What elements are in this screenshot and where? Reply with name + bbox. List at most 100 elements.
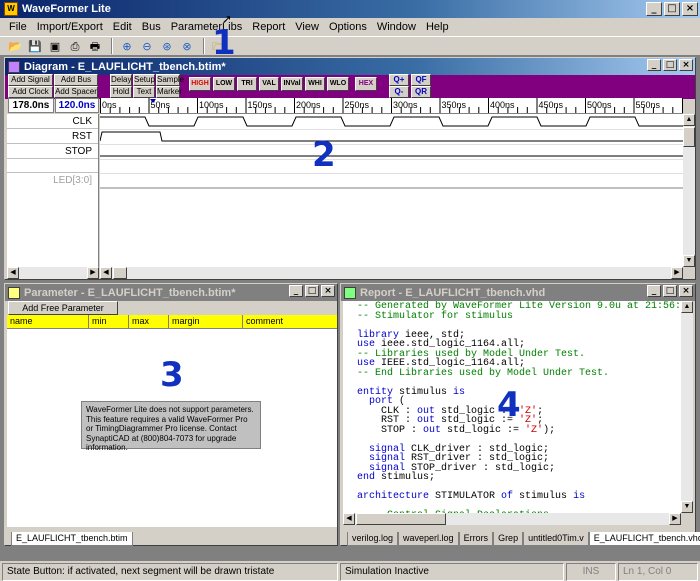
- state-whi-button[interactable]: WHI: [305, 77, 325, 91]
- tab-grep[interactable]: Grep: [493, 532, 524, 546]
- save-all-icon[interactable]: ▣: [46, 38, 64, 55]
- zoom-fit-icon[interactable]: ⊛: [158, 38, 176, 55]
- signal-name-rst[interactable]: RST: [7, 129, 98, 144]
- menu-options[interactable]: Options: [324, 21, 372, 33]
- names-horizontal-scrollbar[interactable]: ◀ ▶: [7, 267, 99, 279]
- scroll-up-icon[interactable]: ▲: [681, 301, 693, 313]
- menu-file[interactable]: File: [4, 21, 32, 33]
- scroll-left-icon[interactable]: ◀: [343, 513, 355, 525]
- setup-button[interactable]: Setup: [133, 74, 155, 86]
- zoom-full-button[interactable]: QF: [411, 74, 431, 86]
- signal-name-stop[interactable]: STOP: [7, 144, 98, 159]
- diagram-vertical-scrollbar[interactable]: ▲ ▼: [683, 114, 695, 267]
- scroll-left-icon[interactable]: ◀: [7, 267, 19, 279]
- column-header-comment[interactable]: comment: [243, 315, 337, 328]
- scroll-thumb[interactable]: [113, 267, 127, 279]
- report-close-button[interactable]: ×: [679, 285, 693, 297]
- parameter-close-button[interactable]: ×: [321, 285, 335, 297]
- code-line: -- Stimulator for stimulus: [357, 310, 514, 322]
- delay-button[interactable]: Delay: [110, 74, 132, 86]
- scroll-left-icon[interactable]: ◀: [100, 267, 112, 279]
- add-signal-button[interactable]: Add Signal: [8, 74, 53, 86]
- state-tri-button[interactable]: TRI: [237, 77, 257, 91]
- text-button[interactable]: Text: [133, 86, 155, 98]
- zoom-range-button[interactable]: QR: [411, 86, 431, 98]
- scroll-right-icon[interactable]: ▶: [669, 513, 681, 525]
- hold-button[interactable]: Hold: [110, 86, 132, 98]
- state-high-button[interactable]: HIGH: [189, 77, 211, 91]
- delta-time-readout: 120.0ns: [55, 98, 99, 113]
- marker-button[interactable]: Marker: [156, 86, 182, 98]
- signal-name-spacer[interactable]: [7, 159, 98, 173]
- zoom-in-icon[interactable]: ⊕: [118, 38, 136, 55]
- report-maximize-button[interactable]: □: [663, 285, 677, 297]
- open-folder-icon[interactable]: 📂: [6, 38, 24, 55]
- tab-waveperl-log[interactable]: waveperl.log: [398, 532, 459, 546]
- print-preview-icon[interactable]: ⎙: [66, 38, 84, 55]
- tab-errors[interactable]: Errors: [458, 532, 494, 546]
- callout-3: 3: [160, 355, 184, 395]
- scroll-right-icon[interactable]: ▶: [671, 267, 683, 279]
- add-spacer-button[interactable]: Add Spacer: [54, 86, 98, 98]
- tab-e-laufllicht-vhd[interactable]: E_LAUFLICHT_tbench.vhd: [588, 532, 700, 546]
- waveform-horizontal-scrollbar[interactable]: ◀ ▶: [100, 267, 683, 279]
- scroll-down-icon[interactable]: ▼: [681, 501, 693, 513]
- menu-report[interactable]: Report: [247, 21, 290, 33]
- scroll-right-icon[interactable]: ▶: [87, 267, 99, 279]
- tab-e-laufllicht-btim[interactable]: E_LAUFLICHT_tbench.btim: [11, 532, 133, 546]
- app-icon: W: [4, 2, 18, 16]
- status-simulation: Simulation Inactive: [340, 563, 564, 581]
- diagram-toolbar: [5, 75, 695, 99]
- tab-untitled0tim-v[interactable]: untitled0Tim.v: [523, 532, 589, 546]
- menu-window[interactable]: Window: [372, 21, 421, 33]
- add-bus-button[interactable]: Add Bus: [54, 74, 98, 86]
- menu-help[interactable]: Help: [421, 21, 454, 33]
- minimize-button[interactable]: _: [646, 2, 662, 16]
- maximize-button[interactable]: □: [664, 2, 680, 16]
- column-header-name[interactable]: name: [7, 315, 89, 328]
- signal-name-clk[interactable]: CLK: [7, 114, 98, 129]
- unsupported-message: WaveFormer Lite does not support paramet…: [81, 401, 261, 452]
- column-header-max[interactable]: max: [129, 315, 169, 328]
- parameter-maximize-button[interactable]: □: [305, 285, 319, 297]
- report-vertical-scrollbar[interactable]: ▲ ▼: [681, 301, 693, 513]
- diagram-close-button[interactable]: ×: [679, 59, 693, 71]
- menu-bar: File Import/Export Edit Bus ParameterLib…: [0, 18, 700, 36]
- scroll-thumb[interactable]: [683, 127, 695, 147]
- tab-verilog-log[interactable]: verilog.log: [347, 532, 399, 546]
- diagram-maximize-button[interactable]: □: [663, 59, 677, 71]
- zoom-out-icon[interactable]: ⊖: [138, 38, 156, 55]
- add-clock-button[interactable]: Add Clock: [8, 86, 53, 98]
- scroll-up-icon[interactable]: ▲: [683, 114, 695, 126]
- zoom-in-button[interactable]: Q+: [389, 74, 409, 86]
- signal-name-led[interactable]: LED[3:0]: [7, 173, 98, 188]
- diagram-minimize-button[interactable]: _: [647, 59, 661, 71]
- save-icon[interactable]: 💾: [26, 38, 44, 55]
- parameter-window: Parameter - E_LAUFLICHT_tbench.btim* _ □…: [4, 283, 338, 546]
- state-inval-button[interactable]: INVal: [281, 77, 303, 91]
- callout-2: 2: [312, 135, 336, 175]
- sample-button[interactable]: Sample: [156, 74, 184, 86]
- waveform-area[interactable]: 0ns 50ns 100ns 150ns 200ns 250ns 300ns 350ns 400…: [100, 98, 683, 267]
- menu-bus[interactable]: Bus: [137, 21, 166, 33]
- state-val-button[interactable]: VAL: [259, 77, 279, 91]
- menu-view[interactable]: View: [290, 21, 324, 33]
- menu-edit[interactable]: Edit: [108, 21, 137, 33]
- column-header-margin[interactable]: margin: [169, 315, 243, 328]
- menu-import-export[interactable]: Import/Export: [32, 21, 108, 33]
- zoom-range-icon[interactable]: ⊗: [178, 38, 196, 55]
- add-free-parameter-button[interactable]: Add Free Parameter: [8, 301, 118, 315]
- state-wlo-button[interactable]: WLO: [327, 77, 349, 91]
- state-low-button[interactable]: LOW: [213, 77, 235, 91]
- column-header-min[interactable]: min: [89, 315, 129, 328]
- state-hex-button[interactable]: HEX: [355, 77, 377, 91]
- report-horizontal-scrollbar[interactable]: ◀ ▶: [343, 513, 681, 525]
- parameter-minimize-button[interactable]: _: [289, 285, 303, 297]
- parameter-table-header: name min max margin comment: [7, 315, 337, 329]
- report-minimize-button[interactable]: _: [647, 285, 661, 297]
- scroll-thumb[interactable]: [356, 513, 446, 525]
- zoom-out-button[interactable]: Q-: [389, 86, 409, 98]
- scroll-down-icon[interactable]: ▼: [683, 255, 695, 267]
- close-button[interactable]: ×: [682, 2, 698, 16]
- print-icon[interactable]: 🖶: [86, 38, 104, 55]
